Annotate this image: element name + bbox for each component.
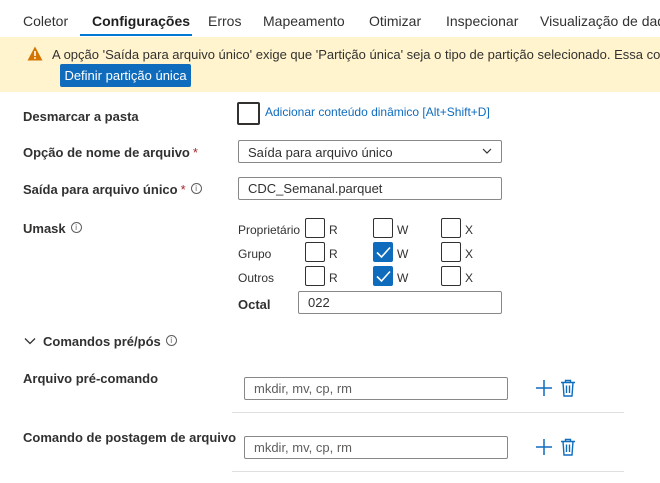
add-icon[interactable] — [535, 378, 553, 398]
bit-label-x: X — [465, 247, 474, 261]
tab-mapeamento[interactable]: Mapeamento — [263, 13, 345, 29]
required-marker: * — [192, 145, 198, 160]
file-name-option-label: Opção de nome de arquivo * — [23, 145, 198, 160]
owner-label: Proprietário — [238, 223, 301, 237]
tab-bar: Coletor Configurações Erros Mapeamento O… — [0, 0, 660, 38]
divider — [232, 412, 624, 413]
tab-otimizar[interactable]: Otimizar — [369, 13, 421, 29]
umask-label: Umask i — [23, 221, 82, 236]
tab-visualizacao[interactable]: Visualização de dad — [540, 13, 660, 29]
clear-folder-checkbox[interactable] — [237, 102, 260, 125]
required-marker: * — [180, 182, 186, 197]
clear-folder-label: Desmarcar a pasta — [23, 109, 139, 124]
add-icon[interactable] — [535, 437, 553, 457]
bit-label-r: R — [329, 247, 338, 261]
owner-x-checkbox[interactable] — [441, 218, 461, 238]
bit-label-w: W — [397, 247, 409, 261]
checkmark-icon — [376, 246, 391, 259]
info-icon[interactable]: i — [70, 222, 82, 233]
set-single-partition-button[interactable]: Definir partição única — [60, 64, 191, 87]
file-name-option-select[interactable]: Saída para arquivo único — [238, 140, 502, 163]
tab-inspecionar[interactable]: Inspecionar — [446, 13, 518, 29]
bit-label-x: X — [465, 223, 474, 237]
group-w-checkbox[interactable] — [373, 242, 393, 262]
bit-label-w: W — [397, 223, 409, 237]
owner-w-checkbox[interactable] — [373, 218, 393, 238]
owner-r-checkbox[interactable] — [305, 218, 325, 238]
others-label: Outros — [238, 271, 275, 285]
octal-input[interactable] — [298, 291, 502, 314]
single-file-output-input[interactable] — [238, 177, 502, 200]
divider — [232, 471, 624, 472]
chevron-down-icon[interactable] — [24, 336, 36, 346]
warning-message: A opção 'Saída para arquivo único' exige… — [52, 47, 660, 62]
info-icon[interactable]: i — [190, 183, 202, 194]
chevron-down-icon — [482, 148, 492, 154]
group-r-checkbox[interactable] — [305, 242, 325, 262]
pre-command-label: Arquivo pré-comando — [23, 371, 159, 386]
group-x-checkbox[interactable] — [441, 242, 461, 262]
file-name-option-value: Saída para arquivo único — [248, 145, 393, 160]
warning-banner: A opção 'Saída para arquivo único' exige… — [0, 37, 660, 92]
prepost-section-label[interactable]: Comandos pré/pós i — [43, 334, 177, 349]
bit-label-r: R — [329, 271, 338, 285]
bit-label-w: W — [397, 271, 409, 285]
tab-configuracoes[interactable]: Configurações — [92, 13, 190, 29]
group-label: Grupo — [238, 247, 272, 261]
octal-label: Octal — [238, 297, 271, 312]
bit-label-x: X — [465, 271, 474, 285]
bit-label-r: R — [329, 223, 338, 237]
tab-erros[interactable]: Erros — [208, 13, 241, 29]
checkmark-icon — [376, 270, 391, 283]
info-icon[interactable]: i — [165, 335, 177, 346]
others-r-checkbox[interactable] — [305, 266, 325, 286]
single-file-output-label: Saída para arquivo único * i — [23, 182, 202, 197]
add-dynamic-content-link[interactable]: Adicionar conteúdo dinâmico [Alt+Shift+D… — [265, 105, 490, 119]
post-command-label: Comando de postagem de arquivo — [23, 430, 237, 445]
post-command-input[interactable] — [244, 436, 508, 459]
others-x-checkbox[interactable] — [441, 266, 461, 286]
warning-icon — [27, 46, 43, 61]
delete-icon[interactable] — [559, 437, 577, 457]
pre-command-input[interactable] — [244, 377, 508, 400]
others-w-checkbox[interactable] — [373, 266, 393, 286]
delete-icon[interactable] — [559, 378, 577, 398]
active-tab-indicator — [80, 34, 192, 36]
tab-coletor[interactable]: Coletor — [23, 13, 68, 29]
